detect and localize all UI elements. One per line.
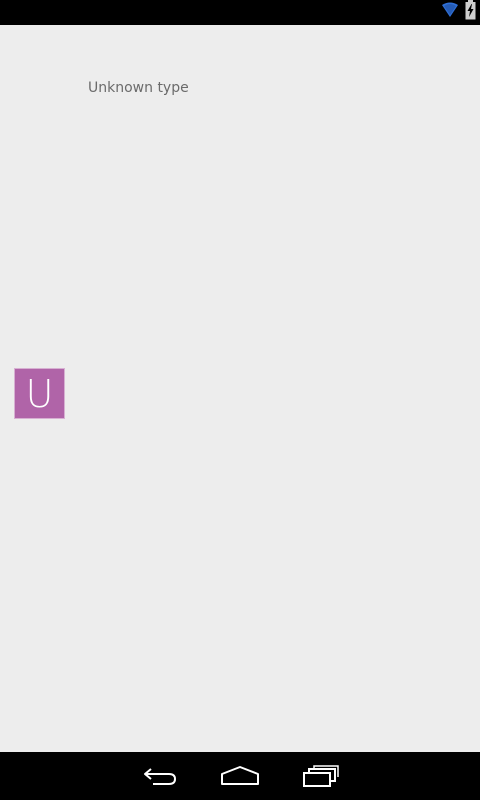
navigation-bar bbox=[0, 752, 480, 800]
recent-apps-button[interactable] bbox=[296, 762, 346, 790]
main-content: Unknown type U bbox=[0, 25, 480, 752]
home-icon bbox=[220, 764, 260, 788]
avatar[interactable]: U bbox=[14, 368, 65, 419]
status-icons bbox=[441, 0, 476, 25]
recent-apps-icon bbox=[302, 764, 340, 788]
type-label: Unknown type bbox=[88, 80, 189, 96]
home-button[interactable] bbox=[215, 762, 265, 790]
wifi-icon bbox=[441, 1, 459, 24]
back-icon bbox=[141, 764, 179, 788]
status-bar bbox=[0, 0, 480, 25]
battery-charging-icon bbox=[465, 0, 476, 25]
back-button[interactable] bbox=[135, 762, 185, 790]
